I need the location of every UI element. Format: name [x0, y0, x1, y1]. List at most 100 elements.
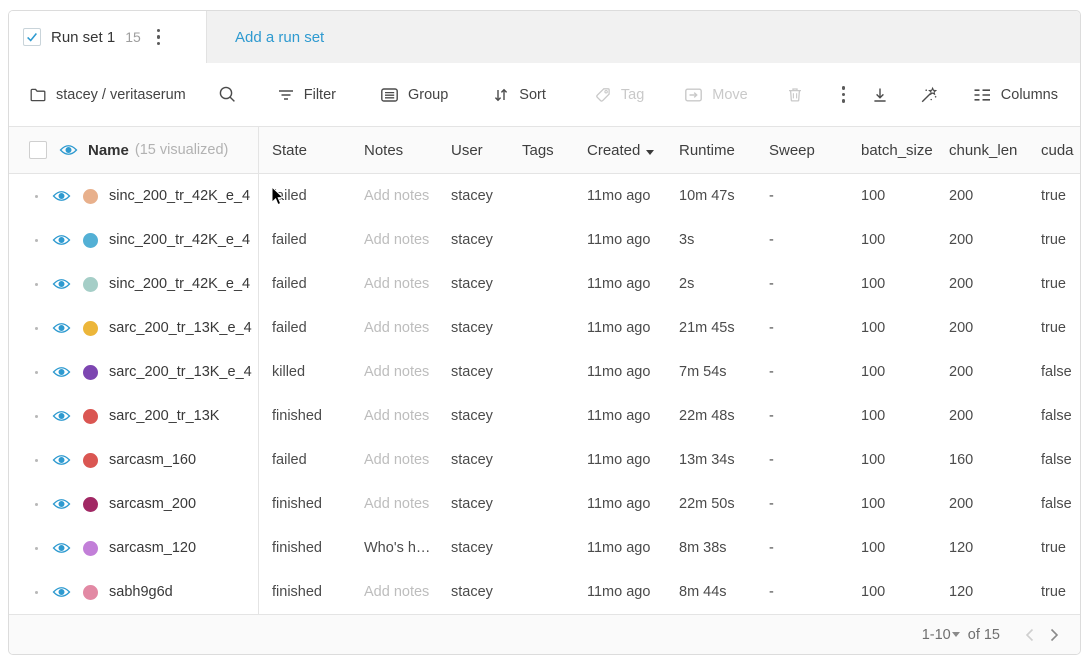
add-run-set-link[interactable]: Add a run set — [235, 11, 324, 63]
header-sweep[interactable]: Sweep — [756, 142, 848, 159]
run-user[interactable]: stacey — [438, 452, 509, 468]
prev-page-icon[interactable] — [1024, 627, 1035, 643]
visibility-eye-icon[interactable] — [52, 409, 71, 423]
header-created[interactable]: Created — [574, 142, 666, 159]
run-name-link[interactable]: sinc_200_tr_42K_e_4 — [109, 276, 250, 292]
run-user[interactable]: stacey — [438, 276, 509, 292]
run-notes[interactable]: Add notes — [351, 496, 438, 512]
visibility-eye-icon[interactable] — [52, 365, 71, 379]
project-breadcrumb[interactable]: stacey / veritaserum — [29, 86, 186, 104]
export-button[interactable] — [871, 86, 889, 104]
drag-handle-icon[interactable] — [35, 459, 38, 462]
run-name-link[interactable]: sabh9g6d — [109, 584, 173, 600]
visibility-eye-icon[interactable] — [52, 321, 71, 335]
visibility-eye-icon[interactable] — [52, 277, 71, 291]
drag-handle-icon[interactable] — [35, 547, 38, 550]
run-notes[interactable]: Add notes — [351, 584, 438, 600]
visibility-eye-icon[interactable] — [52, 497, 71, 511]
table-row[interactable]: sarc_200_tr_13K_e_4 killed Add notes sta… — [9, 350, 1080, 394]
visibility-eye-icon[interactable] — [52, 233, 71, 247]
table-row[interactable]: sinc_200_tr_42K_e_4 failed Add notes sta… — [9, 218, 1080, 262]
header-chunk-len[interactable]: chunk_len — [936, 142, 1028, 159]
run-created: 11mo ago — [574, 364, 666, 380]
run-batch-size: 100 — [848, 364, 936, 380]
table-row[interactable]: sabh9g6d finished Add notes stacey 11mo … — [9, 570, 1080, 614]
visibility-eye-icon[interactable] — [52, 585, 71, 599]
run-name-link[interactable]: sinc_200_tr_42K_e_4 — [109, 188, 250, 204]
page-range-dropdown[interactable]: 1-10 — [922, 627, 962, 643]
run-user[interactable]: stacey — [438, 408, 509, 424]
header-notes[interactable]: Notes — [351, 142, 438, 159]
run-name-link[interactable]: sarcasm_120 — [109, 540, 196, 556]
toolbar-more-icon[interactable] — [836, 82, 851, 106]
run-notes[interactable]: Add notes — [351, 232, 438, 248]
drag-handle-icon[interactable] — [35, 371, 38, 374]
move-label: Move — [712, 87, 747, 103]
run-state: failed — [259, 188, 351, 204]
visibility-eye-icon[interactable] — [52, 189, 71, 203]
run-runtime: 10m 47s — [666, 188, 756, 204]
tab-run-set-1[interactable]: Run set 1 15 — [9, 11, 207, 63]
run-set-menu-icon[interactable] — [151, 25, 166, 49]
drag-handle-icon[interactable] — [35, 415, 38, 418]
run-user[interactable]: stacey — [438, 496, 509, 512]
header-cuda[interactable]: cuda — [1028, 142, 1080, 159]
run-user[interactable]: stacey — [438, 232, 509, 248]
run-notes[interactable]: Add notes — [351, 188, 438, 204]
header-batch-size[interactable]: batch_size — [848, 142, 936, 159]
drag-handle-icon[interactable] — [35, 283, 38, 286]
columns-button[interactable]: Columns — [973, 87, 1058, 103]
drag-handle-icon[interactable] — [35, 503, 38, 506]
run-user[interactable]: stacey — [438, 584, 509, 600]
run-notes[interactable]: Add notes — [351, 364, 438, 380]
next-page-icon[interactable] — [1049, 627, 1060, 643]
search-button[interactable] — [218, 85, 237, 104]
move-button[interactable]: Move — [684, 86, 747, 104]
run-chunk-len: 200 — [936, 496, 1028, 512]
run-notes[interactable]: Who's h… — [351, 540, 438, 556]
tag-button[interactable]: Tag — [594, 86, 644, 104]
run-name-cell: sarcasm_200 — [9, 482, 259, 526]
delete-button[interactable] — [786, 86, 804, 104]
run-user[interactable]: stacey — [438, 540, 509, 556]
run-name-link[interactable]: sarc_200_tr_13K — [109, 408, 219, 424]
run-user[interactable]: stacey — [438, 320, 509, 336]
table-row[interactable]: sarcasm_160 failed Add notes stacey 11mo… — [9, 438, 1080, 482]
magic-wand-button[interactable] — [919, 85, 939, 105]
run-set-checkbox[interactable] — [23, 28, 41, 46]
run-notes[interactable]: Add notes — [351, 276, 438, 292]
filter-button[interactable]: Filter — [277, 86, 336, 104]
table-row[interactable]: sarc_200_tr_13K finished Add notes stace… — [9, 394, 1080, 438]
table-row[interactable]: sarcasm_200 finished Add notes stacey 11… — [9, 482, 1080, 526]
run-notes[interactable]: Add notes — [351, 320, 438, 336]
drag-handle-icon[interactable] — [35, 239, 38, 242]
header-user[interactable]: User — [438, 142, 509, 159]
visibility-eye-icon[interactable] — [52, 453, 71, 467]
run-notes[interactable]: Add notes — [351, 408, 438, 424]
drag-handle-icon[interactable] — [35, 591, 38, 594]
visibility-eye-icon[interactable] — [52, 541, 71, 555]
run-name-link[interactable]: sarcasm_160 — [109, 452, 196, 468]
drag-handle-icon[interactable] — [35, 195, 38, 198]
select-all-checkbox[interactable] — [29, 141, 47, 159]
drag-handle-icon[interactable] — [35, 327, 38, 330]
run-notes[interactable]: Add notes — [351, 452, 438, 468]
table-row[interactable]: sinc_200_tr_42K_e_4 failed Add notes sta… — [9, 262, 1080, 306]
header-name-label[interactable]: Name — [88, 142, 129, 159]
run-name-link[interactable]: sarc_200_tr_13K_e_4 — [109, 320, 252, 336]
header-state[interactable]: State — [259, 142, 351, 159]
run-user[interactable]: stacey — [438, 364, 509, 380]
run-name-link[interactable]: sinc_200_tr_42K_e_4 — [109, 232, 250, 248]
header-tags[interactable]: Tags — [509, 142, 574, 159]
run-state: finished — [259, 584, 351, 600]
header-runtime[interactable]: Runtime — [666, 142, 756, 159]
run-user[interactable]: stacey — [438, 188, 509, 204]
run-name-link[interactable]: sarc_200_tr_13K_e_4 — [109, 364, 252, 380]
table-row[interactable]: sarcasm_120 finished Who's h… stacey 11m… — [9, 526, 1080, 570]
sort-button[interactable]: Sort — [492, 86, 546, 104]
visibility-eye-icon[interactable] — [59, 143, 78, 157]
table-row[interactable]: sinc_200_tr_42K_e_4 failed Add notes sta… — [9, 174, 1080, 218]
group-button[interactable]: Group — [380, 86, 448, 104]
run-name-link[interactable]: sarcasm_200 — [109, 496, 196, 512]
table-row[interactable]: sarc_200_tr_13K_e_4 failed Add notes sta… — [9, 306, 1080, 350]
